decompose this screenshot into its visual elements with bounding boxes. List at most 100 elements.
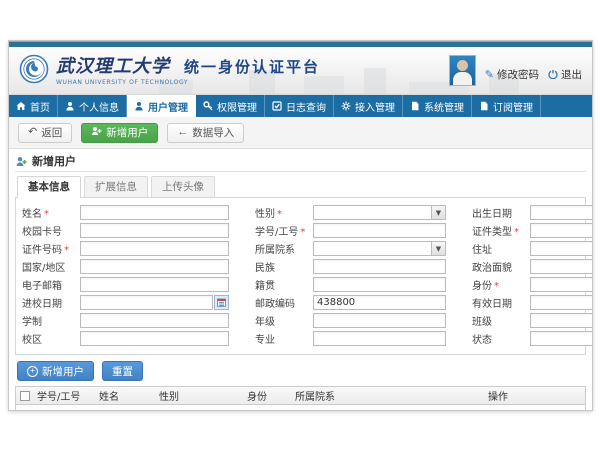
class-input[interactable]	[530, 313, 593, 328]
field-label-department: 所属院系	[255, 241, 313, 256]
field-control-grade	[313, 313, 446, 328]
form-field-political-status: 政治面貌	[472, 259, 593, 274]
field-label-id-number: 证件号码*	[22, 241, 80, 256]
nav-item-logs[interactable]: 日志查询	[265, 95, 334, 117]
nav-item-subscription[interactable]: 订阅管理	[472, 95, 541, 117]
section-title: 新增用户	[32, 153, 76, 171]
field-label-id-type: 证件类型*	[472, 223, 530, 238]
form-field-name: 姓名*	[22, 205, 229, 220]
grade-input[interactable]	[313, 313, 446, 328]
field-label-grade: 年级	[255, 313, 313, 328]
birth-date-input[interactable]	[530, 205, 593, 220]
field-label-text: 所属院系	[255, 245, 295, 256]
field-control-political-status	[530, 259, 593, 274]
field-label-text: 住址	[472, 245, 492, 256]
select-all-checkbox[interactable]	[20, 391, 30, 401]
field-label-identity: 身份*	[472, 277, 530, 292]
identity-input[interactable]	[530, 277, 593, 292]
tab-extended-info[interactable]: 扩展信息	[84, 176, 148, 197]
field-control-campus-card	[80, 223, 229, 238]
table-column-header: 身份	[244, 388, 292, 403]
nav-item-system[interactable]: 系统管理	[403, 95, 472, 117]
postal-code-input[interactable]	[313, 295, 446, 310]
avatar[interactable]	[449, 55, 476, 86]
enroll-date-calendar-button[interactable]	[214, 295, 229, 310]
submit-add-user-button[interactable]: + 新增用户	[17, 361, 94, 381]
form-field-enroll-date: 进校日期	[22, 295, 229, 310]
field-label-major: 专业	[255, 331, 313, 346]
back-arrow-icon: ↶	[28, 127, 37, 138]
person-icon	[65, 101, 75, 111]
form-field-ethnicity: 民族	[255, 259, 446, 274]
form-field-postal-code: 邮政编码	[255, 295, 446, 310]
users-table-header: 学号/工号姓名性别身份所属院系操作	[16, 387, 585, 405]
native-place-input[interactable]	[313, 277, 446, 292]
id-type-input[interactable]	[530, 223, 593, 238]
address-input[interactable]	[530, 241, 593, 256]
field-label-native-place: 籍贯	[255, 277, 313, 292]
gear-icon	[341, 101, 351, 111]
form-field-native-place: 籍贯	[255, 277, 446, 292]
political-status-input[interactable]	[530, 259, 593, 274]
department-select[interactable]: ▼	[313, 241, 446, 256]
nav-item-profile[interactable]: 个人信息	[58, 95, 127, 117]
form-actions: + 新增用户 重置	[15, 361, 586, 381]
required-asterisk: *	[514, 227, 519, 238]
back-button[interactable]: ↶ 返回	[18, 123, 72, 143]
required-asterisk: *	[277, 209, 282, 220]
country-input[interactable]	[80, 259, 229, 274]
add-user-toolbar-button[interactable]: 新增用户	[81, 123, 158, 143]
nav-item-users[interactable]: 用户管理	[127, 95, 196, 117]
field-control-class	[530, 313, 593, 328]
field-label-text: 民族	[255, 263, 275, 274]
email-input[interactable]	[80, 277, 229, 292]
status-input[interactable]	[530, 331, 593, 346]
home-icon	[16, 101, 26, 111]
field-control-status	[530, 331, 593, 346]
field-control-name	[80, 205, 229, 220]
tab-basic-info[interactable]: 基本信息	[17, 176, 81, 198]
field-label-text: 校区	[22, 335, 42, 346]
tab-upload-avatar[interactable]: 上传头像	[151, 176, 215, 197]
campus-card-input[interactable]	[80, 223, 229, 238]
logout-link[interactable]: 退出	[548, 67, 582, 86]
change-password-link[interactable]: ✎ 修改密码	[485, 67, 539, 86]
toolbar: ↶ 返回 新增用户 ← 数据导入	[9, 117, 592, 149]
title-block: 武汉理工大学 统一身份认证平台 WUHAN UNIVERSITY OF TECH…	[56, 52, 320, 86]
table-column-header: 姓名	[96, 388, 156, 403]
platform-title: 统一身份认证平台	[184, 56, 320, 77]
nav-item-label: 权限管理	[217, 99, 257, 114]
reset-button[interactable]: 重置	[102, 361, 143, 381]
nav-item-home[interactable]: 首页	[9, 95, 58, 117]
major-input[interactable]	[313, 331, 446, 346]
app-window: 武汉理工大学 统一身份认证平台 WUHAN UNIVERSITY OF TECH…	[8, 40, 593, 411]
app-header: 武汉理工大学 统一身份认证平台 WUHAN UNIVERSITY OF TECH…	[9, 47, 592, 95]
field-label-text: 校园卡号	[22, 227, 62, 238]
ethnicity-input[interactable]	[313, 259, 446, 274]
campus-input[interactable]	[80, 331, 229, 346]
gender-select[interactable]: ▼	[313, 205, 446, 220]
nav-item-permissions[interactable]: 权限管理	[196, 95, 265, 117]
doc-icon	[479, 101, 489, 111]
id-number-input[interactable]	[80, 241, 229, 256]
enroll-date-input[interactable]	[80, 295, 213, 310]
data-import-button[interactable]: ← 数据导入	[167, 123, 244, 143]
valid-date-input[interactable]	[530, 295, 593, 310]
name-input[interactable]	[80, 205, 229, 220]
field-control-campus	[80, 331, 229, 346]
student-id-input[interactable]	[313, 223, 446, 238]
nav-item-access[interactable]: 接入管理	[334, 95, 403, 117]
required-asterisk: *	[64, 245, 69, 256]
form-field-valid-date: 有效日期	[472, 295, 593, 310]
form-field-school-system: 学制	[22, 313, 229, 328]
form-field-grade: 年级	[255, 313, 446, 328]
form-field-campus-card: 校园卡号	[22, 223, 229, 238]
pencil-icon: ✎	[485, 69, 494, 80]
field-control-student-id	[313, 223, 446, 238]
form-field-major: 专业	[255, 331, 446, 346]
field-control-email	[80, 277, 229, 292]
field-label-gender: 性别*	[255, 205, 313, 220]
school-system-input[interactable]	[80, 313, 229, 328]
university-name-en: WUHAN UNIVERSITY OF TECHNOLOGY	[56, 79, 320, 86]
field-label-text: 政治面貌	[472, 263, 512, 274]
